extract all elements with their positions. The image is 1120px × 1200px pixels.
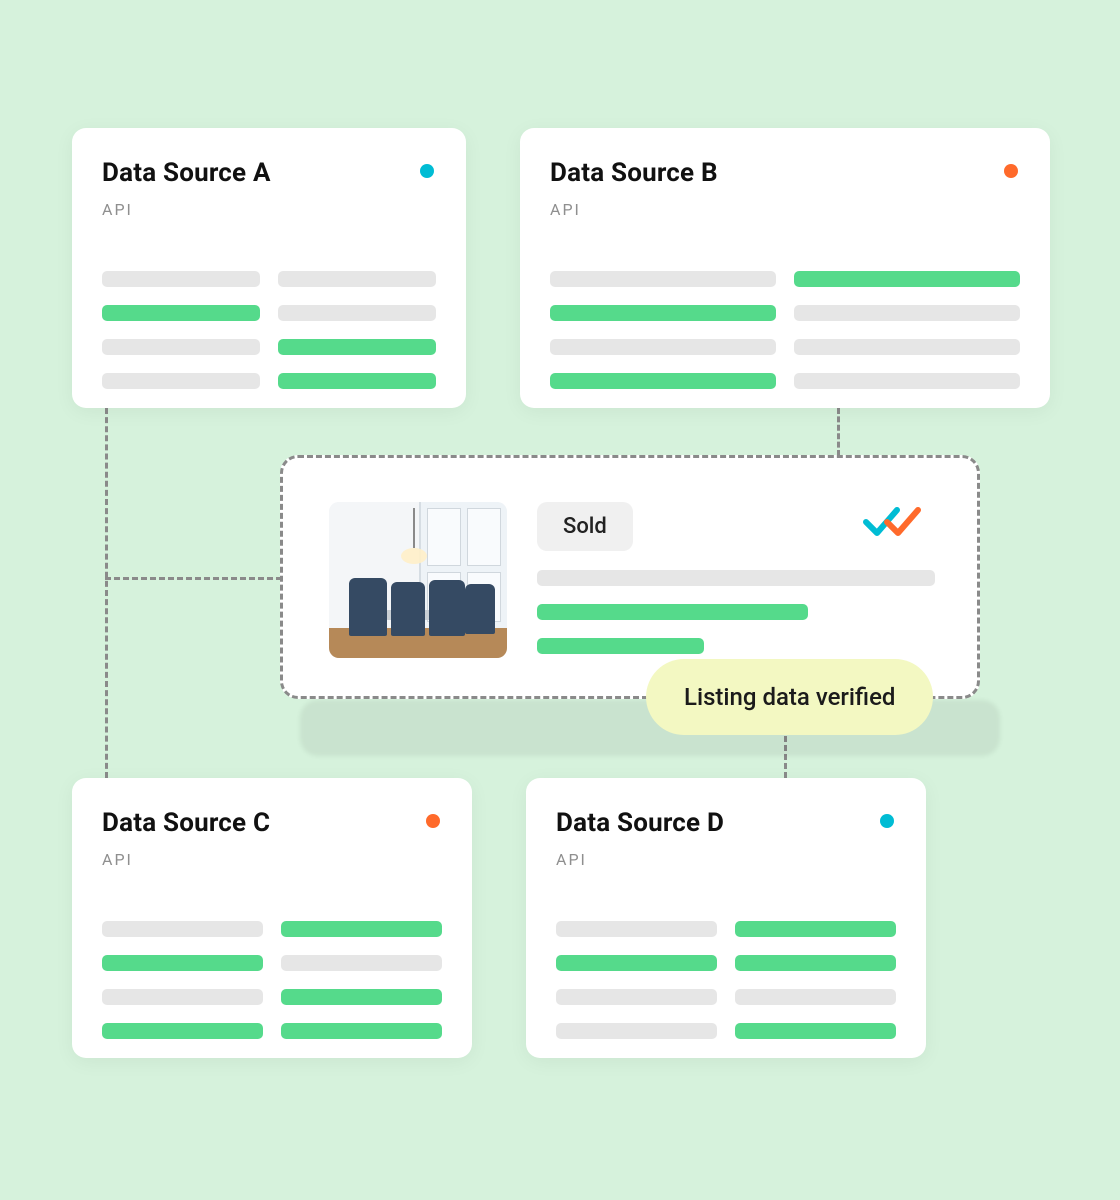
status-dot-teal	[420, 164, 434, 178]
data-bar	[281, 921, 442, 937]
data-bar	[550, 271, 776, 287]
data-bar	[735, 921, 896, 937]
data-bar	[550, 339, 776, 355]
card-subtitle: API	[102, 850, 442, 869]
data-bar	[794, 339, 1020, 355]
source-card-d: Data Source D API	[526, 778, 926, 1058]
connector-line	[837, 408, 840, 456]
status-dot-orange	[426, 814, 440, 828]
data-bar	[102, 955, 263, 971]
data-bar	[735, 1023, 896, 1039]
connector-line	[105, 577, 282, 580]
data-bar	[102, 1023, 263, 1039]
status-dot-orange	[1004, 164, 1018, 178]
connector-line	[105, 408, 108, 778]
data-bar	[550, 305, 776, 321]
data-bar	[102, 989, 263, 1005]
data-bars-grid	[550, 271, 1020, 389]
data-bar	[278, 271, 436, 287]
verification-pill: Listing data verified	[646, 659, 933, 735]
data-bar	[735, 989, 896, 1005]
listing-detail-bar	[537, 604, 808, 620]
verified-checks	[863, 504, 935, 540]
data-bar	[556, 989, 717, 1005]
data-bar	[556, 1023, 717, 1039]
data-bar	[278, 373, 436, 389]
data-bar	[794, 305, 1020, 321]
data-bar	[102, 921, 263, 937]
data-bar	[102, 271, 260, 287]
listing-detail-bar	[537, 638, 704, 654]
card-title: Data Source B	[550, 158, 1020, 188]
source-card-c: Data Source C API	[72, 778, 472, 1058]
data-bar	[102, 339, 260, 355]
card-title: Data Source D	[556, 808, 896, 838]
data-bar	[278, 305, 436, 321]
source-card-b: Data Source B API	[520, 128, 1050, 408]
data-bar	[281, 1023, 442, 1039]
card-subtitle: API	[556, 850, 896, 869]
diagram-canvas: Data Source A API Data Source B API	[0, 0, 1120, 1200]
data-bar	[102, 305, 260, 321]
listing-detail-bars	[537, 570, 935, 654]
data-bar	[281, 989, 442, 1005]
data-bars-grid	[556, 921, 896, 1039]
data-bar	[556, 921, 717, 937]
data-bar	[281, 955, 442, 971]
status-badge-sold: Sold	[537, 502, 633, 551]
data-bar	[102, 373, 260, 389]
listing-detail-bar	[537, 570, 935, 586]
listing-photo	[329, 502, 507, 658]
card-title: Data Source A	[102, 158, 436, 188]
data-bar	[735, 955, 896, 971]
card-title: Data Source C	[102, 808, 442, 838]
data-bar	[278, 339, 436, 355]
source-card-a: Data Source A API	[72, 128, 466, 408]
data-bars-grid	[102, 271, 436, 389]
data-bar	[550, 373, 776, 389]
data-bar	[794, 373, 1020, 389]
data-bar	[556, 955, 717, 971]
data-bars-grid	[102, 921, 442, 1039]
data-bar	[794, 271, 1020, 287]
status-dot-teal	[880, 814, 894, 828]
card-subtitle: API	[550, 200, 1020, 219]
card-subtitle: API	[102, 200, 436, 219]
